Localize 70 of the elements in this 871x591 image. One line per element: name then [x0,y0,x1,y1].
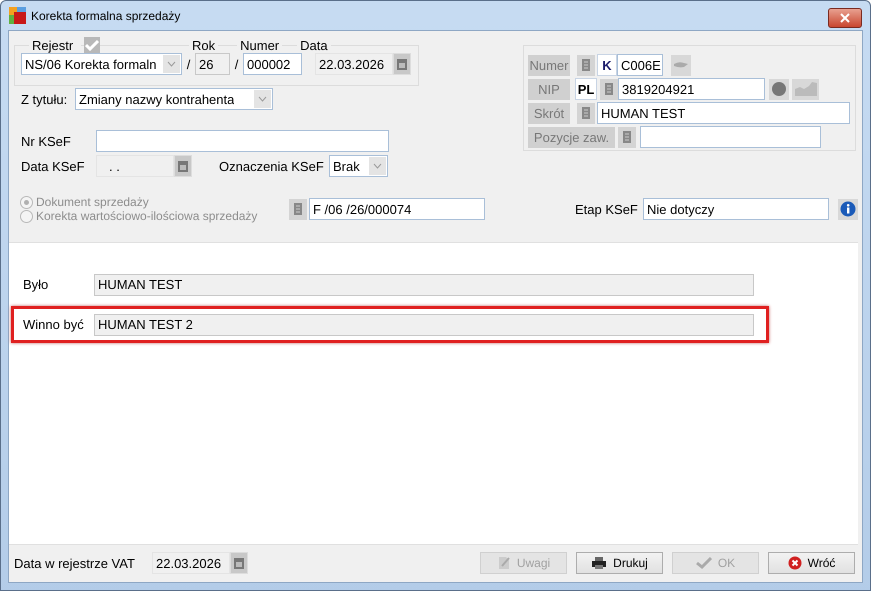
register-dropdown[interactable]: NS/06 Korekta formaln [21,53,182,75]
field-label: Rejestr [29,38,81,52]
list-icon [581,106,591,120]
field-label: Winno być [23,317,85,332]
field-label: Numer [528,54,570,76]
vat-date-field[interactable]: 22.03.2026 [152,552,230,574]
info-button[interactable] [838,198,858,220]
positions-field[interactable] [640,126,821,148]
country-code: PL [575,78,597,100]
date-field[interactable]: 22.03.2026 [315,53,393,75]
name-field[interactable]: HUMAN TEST 2 [94,314,754,336]
field-label: NIP [528,78,570,100]
note-icon [496,556,511,570]
separator: / [234,56,240,72]
calendar-button[interactable] [393,53,411,75]
calendar-icon [177,159,189,173]
name-field[interactable]: HUMAN TEST [94,274,754,296]
contractor-number-field[interactable]: C006E [617,54,663,76]
list-icon [581,58,591,72]
list-button[interactable] [618,126,636,148]
nip-field[interactable]: 3819204921 [618,78,765,100]
list-button[interactable] [289,198,307,220]
calendar-icon [396,57,408,71]
printer-icon [591,556,608,570]
field-label: Pozycje zaw. [528,126,615,148]
list-icon [622,130,632,144]
list-button[interactable] [577,102,595,124]
back-button[interactable]: Wróć [768,552,855,574]
field-label: Rok [189,38,218,52]
ksef-number-field[interactable] [96,130,389,152]
list-icon [604,82,614,96]
type-code: K [597,54,617,76]
field-label: Etap KSeF [575,202,639,216]
window-title: Korekta formalna sprzedaży [31,8,180,22]
close-icon [840,13,850,23]
list-icon [293,202,303,216]
field-label: Data w rejestrze VAT [14,556,136,570]
ksef-marking-dropdown[interactable]: Brak [329,155,388,177]
calendar-button[interactable] [174,155,192,177]
chevron-down-icon [167,61,176,67]
field-label: Data KSeF [21,158,86,174]
short-name-field[interactable]: HUMAN TEST [597,102,850,124]
chevron-down-icon [258,96,267,102]
chevron-down-icon [373,163,382,169]
list-button[interactable] [600,78,618,100]
cancel-icon [788,556,802,570]
field-label: Z tytułu: [21,92,68,106]
check-icon [696,557,712,569]
year-field[interactable]: 26 [195,53,230,75]
checkbox[interactable] [84,37,100,53]
field-label: Oznaczenia KSeF [219,158,325,174]
number-field[interactable]: 000002 [243,53,302,75]
field-label: Było [23,277,50,292]
info-icon [840,201,856,217]
app-icon [9,6,27,24]
calendar-button[interactable] [230,552,248,574]
print-button[interactable]: Drukuj [576,552,663,574]
separator: / [186,56,192,72]
reason-dropdown[interactable]: Zmiany nazwy kontrahenta [75,88,273,110]
ksef-date-field[interactable]: . . [96,155,174,177]
map-button[interactable] [792,78,819,100]
source-document-field[interactable]: F /06 /26/000074 [309,198,485,220]
field-label: Skrót [528,102,570,124]
close-button[interactable] [828,8,862,28]
list-button[interactable] [577,54,595,76]
check-icon [85,39,99,51]
map-icon [794,81,818,97]
calendar-icon [233,556,245,570]
field-label: Nr KSeF [21,134,72,148]
ksef-stage-field[interactable]: Nie dotyczy [643,198,829,220]
